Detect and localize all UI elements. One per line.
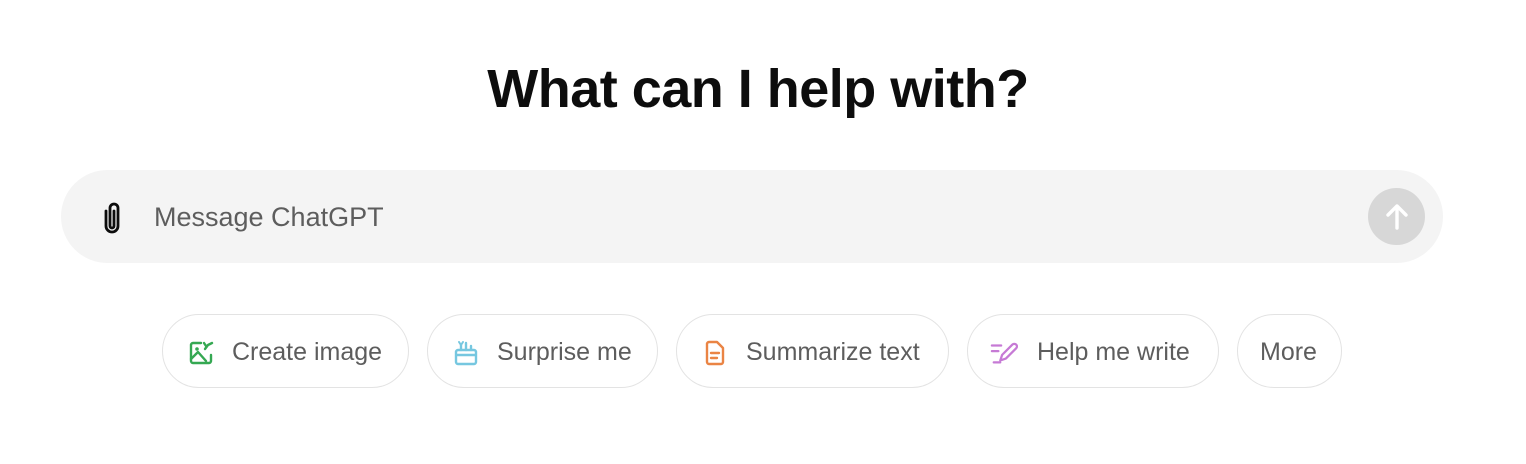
gift-icon (452, 339, 480, 367)
pen-icon (990, 339, 1018, 367)
suggestion-summarize-text[interactable]: Summarize text (676, 314, 949, 388)
message-input[interactable] (154, 196, 1334, 238)
arrow-up-icon (1385, 203, 1408, 230)
suggestion-label: Summarize text (746, 338, 920, 366)
suggestion-create-image[interactable]: Create image (162, 314, 409, 388)
chat-home: What can I help with? Create image (0, 0, 1526, 464)
suggestion-help-me-write[interactable]: Help me write (967, 314, 1219, 388)
paperclip-icon (104, 202, 120, 234)
document-icon (701, 339, 729, 367)
image-icon (187, 339, 215, 367)
suggestion-surprise-me[interactable]: Surprise me (427, 314, 658, 388)
suggestion-more[interactable]: More (1237, 314, 1342, 388)
page-title: What can I help with? (487, 59, 1029, 119)
suggestion-label: Create image (232, 338, 383, 366)
suggestion-label: Surprise me (497, 338, 632, 366)
suggestion-label: More (1260, 338, 1317, 366)
suggestion-label: Help me write (1037, 338, 1190, 366)
send-button[interactable] (1368, 188, 1425, 245)
attach-button[interactable] (90, 196, 134, 240)
